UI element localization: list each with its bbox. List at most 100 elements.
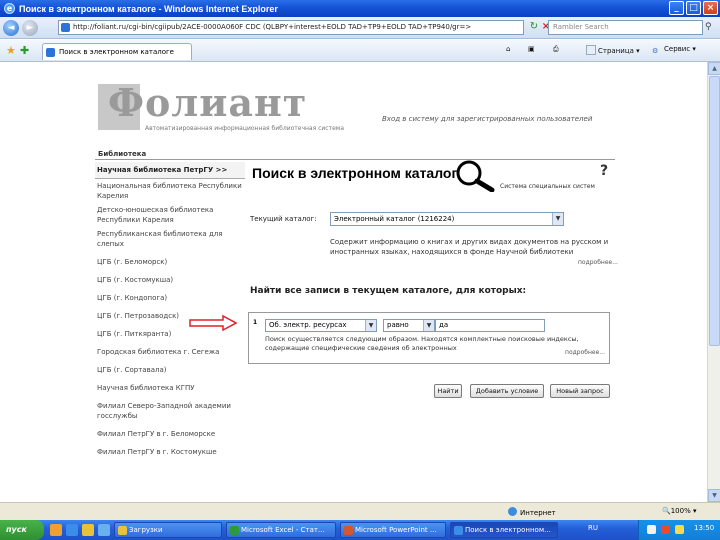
term-input[interactable]: да — [435, 319, 545, 332]
desktop-icon[interactable] — [98, 524, 110, 536]
magnifier-icon — [456, 160, 495, 192]
chevron-down-icon: ▼ — [552, 213, 563, 225]
forward-button[interactable]: ► — [22, 19, 38, 36]
add-favorite-icon[interactable]: ✚ — [20, 44, 29, 57]
search-criterion-row: 1 Об. электр. ресурсах ▼ равно ▼ да Поис… — [248, 312, 610, 364]
field-select-value: Об. электр. ресурсах — [269, 321, 347, 329]
feeds-icon[interactable]: ▣ — [528, 45, 535, 53]
task-label: Microsoft Excel - Стат... — [241, 526, 325, 534]
page-menu[interactable]: Страница ▾ — [586, 45, 640, 55]
operator-select[interactable]: равно ▼ — [383, 319, 435, 332]
sidebar-item[interactable]: Городская библиотека г. Сегежа — [95, 341, 245, 359]
catalog-label: Текущий каталог: — [250, 215, 317, 223]
url-text: http://foliant.ru/cgi-bin/cgiipub/2ACE-0… — [73, 23, 472, 31]
catalog-more-link[interactable]: подробнее... — [578, 259, 618, 266]
sidebar-item[interactable]: ЦГБ (г. Костомукша) — [95, 269, 245, 287]
folder-icon[interactable] — [82, 524, 94, 536]
task-downloads[interactable]: Загрузки — [114, 522, 222, 538]
tab-current[interactable]: Поиск в электронном каталоге — [42, 43, 192, 60]
logo-subtitle: Автоматизированная информационная библио… — [145, 125, 344, 132]
login-link[interactable]: Вход в систему для зарегистрированных по… — [382, 115, 592, 123]
catalog-description: Содержит информацию о книгах и других ви… — [330, 238, 609, 256]
sidebar-item[interactable]: Научная библиотека КГПУ — [95, 377, 245, 395]
sidebar-item[interactable]: ЦГБ (г. Сортавала) — [95, 359, 245, 377]
window-title: Поиск в электронном каталоге - Windows I… — [19, 3, 278, 14]
search-icon[interactable]: ⚲ — [705, 21, 712, 33]
sidebar-item[interactable]: ЦГБ (г. Кондопога) — [95, 287, 245, 305]
chevron-down-icon: ▼ — [423, 320, 434, 331]
add-condition-button[interactable]: Добавить условие — [470, 384, 544, 398]
help-icon[interactable]: ? — [600, 163, 608, 179]
scroll-down-icon[interactable]: ▼ — [708, 489, 720, 502]
search-criteria-heading: Найти все записи в текущем каталоге, для… — [250, 286, 527, 296]
task-powerpoint[interactable]: Microsoft PowerPoint ... — [340, 522, 446, 538]
scroll-thumb[interactable] — [709, 76, 720, 346]
maximize-button[interactable]: □ — [686, 1, 701, 15]
search-input[interactable]: Rambler Search — [548, 20, 703, 35]
home-icon[interactable]: ⌂ — [506, 45, 510, 53]
excel-icon — [230, 526, 239, 535]
refresh-icon[interactable]: ↻ — [528, 21, 540, 33]
security-zone: Интернет — [508, 507, 556, 517]
ie-quicklaunch-icon[interactable] — [66, 524, 78, 536]
minimize-button[interactable]: _ — [669, 1, 684, 15]
task-excel[interactable]: Microsoft Excel - Стат... — [226, 522, 336, 538]
special-systems-link[interactable]: Система специальных систем — [500, 183, 595, 190]
sidebar-item-current[interactable]: Научная библиотека ПетрГУ >> — [95, 162, 245, 179]
page-icon — [46, 48, 55, 57]
criterion-more-link[interactable]: подробнее... — [565, 349, 605, 356]
zoom-level[interactable]: 🔍100% ▾ — [662, 507, 696, 515]
start-button[interactable]: пуск — [0, 520, 44, 540]
tools-menu-label: Сервис — [664, 45, 691, 53]
search-button[interactable]: Найти — [434, 384, 462, 398]
language-indicator[interactable]: RU — [588, 524, 598, 532]
tab-label: Поиск в электронном каталоге — [59, 48, 174, 56]
sidebar-item[interactable]: Республиканская библиотека для слепых — [95, 227, 245, 251]
sidebar-item[interactable]: Филиал ПетрГУ в г. Беломорске — [95, 423, 245, 441]
library-sidebar: Научная библиотека ПетрГУ >> Национальна… — [95, 162, 245, 459]
globe-icon — [508, 507, 517, 516]
url-input[interactable]: http://foliant.ru/cgi-bin/cgiipub/2ACE-0… — [58, 20, 524, 35]
site-logo[interactable]: Фолиант — [108, 80, 307, 125]
page-menu-icon — [586, 45, 596, 55]
ie-icon — [454, 526, 463, 535]
vertical-scrollbar[interactable]: ▲ ▼ — [707, 62, 720, 502]
sidebar-item[interactable]: Филиал ПетрГУ в г. Костомукше — [95, 441, 245, 459]
favorites-star-icon[interactable]: ★ — [6, 44, 16, 57]
catalog-select[interactable]: Электронный каталог (1216224) ▼ — [330, 212, 564, 226]
criterion-number: 1 — [253, 319, 258, 326]
red-arrow-icon — [189, 315, 237, 331]
close-button[interactable]: × — [703, 1, 718, 15]
print-icon[interactable]: ⎙ — [553, 45, 559, 54]
back-button[interactable]: ◄ — [3, 19, 19, 36]
page-icon — [61, 23, 70, 32]
divider — [95, 159, 615, 160]
gear-icon: ⚙ — [652, 47, 659, 55]
new-query-button[interactable]: Новый запрос — [550, 384, 610, 398]
sidebar-item[interactable]: Национальная библиотека Республики Карел… — [95, 179, 245, 203]
field-select[interactable]: Об. электр. ресурсах ▼ — [265, 319, 377, 332]
catalog-select-value: Электронный каталог (1216224) — [334, 215, 455, 223]
scroll-up-icon[interactable]: ▲ — [708, 62, 720, 75]
tools-menu[interactable]: ⚙ Сервис ▾ — [652, 45, 696, 57]
folder-icon — [118, 526, 127, 535]
taskbar: пуск Загрузки Microsoft Excel - Стат... … — [0, 520, 720, 540]
powerpoint-icon — [344, 526, 353, 535]
tab-bar: ★ ✚ Поиск в электронном каталоге ⌂ ▣ ⎙ С… — [0, 40, 720, 62]
task-ie[interactable]: Поиск в электронном... — [450, 522, 558, 538]
chevron-down-icon: ▼ — [365, 320, 376, 331]
task-label: Загрузки — [129, 526, 163, 534]
sidebar-item[interactable]: ЦГБ (г. Беломорск) — [95, 251, 245, 269]
zoom-icon: 🔍 — [662, 507, 671, 515]
zone-label: Интернет — [520, 509, 556, 517]
tray-volume-icon[interactable] — [675, 525, 684, 534]
sidebar-item[interactable]: Детско-юношеская библиотека Республики К… — [95, 203, 245, 227]
status-bar: Интернет 🔍100% ▾ — [0, 502, 720, 520]
task-label: Поиск в электронном... — [465, 526, 551, 534]
firefox-icon[interactable] — [50, 524, 62, 536]
tray-network-icon[interactable] — [647, 525, 656, 534]
tray-antivirus-icon[interactable] — [661, 525, 670, 534]
sidebar-item[interactable]: Филиал Северо-Западной академии госслужб… — [95, 395, 245, 423]
clock: 13:50 — [694, 524, 715, 532]
window-titlebar: e Поиск в электронном каталоге - Windows… — [0, 0, 720, 17]
